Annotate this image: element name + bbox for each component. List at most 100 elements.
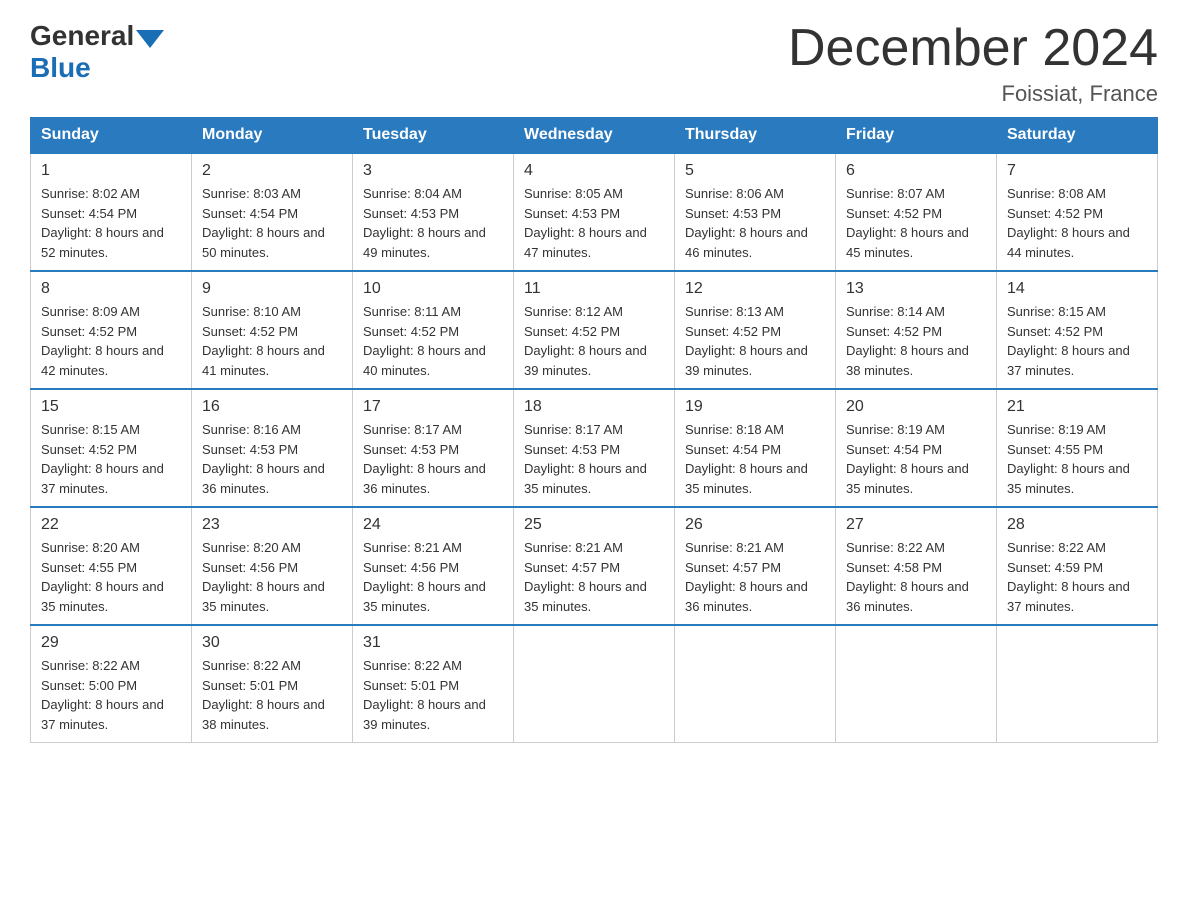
table-row bbox=[836, 625, 997, 743]
sunset-label: Sunset: 4:54 PM bbox=[685, 442, 781, 457]
day-info: Sunrise: 8:22 AM Sunset: 5:01 PM Dayligh… bbox=[202, 656, 342, 734]
day-info: Sunrise: 8:16 AM Sunset: 4:53 PM Dayligh… bbox=[202, 420, 342, 498]
col-wednesday: Wednesday bbox=[514, 118, 675, 154]
day-number: 24 bbox=[363, 516, 503, 534]
table-row: 19 Sunrise: 8:18 AM Sunset: 4:54 PM Dayl… bbox=[675, 389, 836, 507]
day-number: 16 bbox=[202, 398, 342, 416]
col-sunday: Sunday bbox=[31, 118, 192, 154]
calendar-week-row: 15 Sunrise: 8:15 AM Sunset: 4:52 PM Dayl… bbox=[31, 389, 1158, 507]
sunset-label: Sunset: 4:56 PM bbox=[202, 560, 298, 575]
daylight-label: Daylight: 8 hours and 49 minutes. bbox=[363, 225, 486, 260]
sunrise-label: Sunrise: 8:22 AM bbox=[1007, 540, 1106, 555]
calendar-week-row: 22 Sunrise: 8:20 AM Sunset: 4:55 PM Dayl… bbox=[31, 507, 1158, 625]
day-info: Sunrise: 8:15 AM Sunset: 4:52 PM Dayligh… bbox=[41, 420, 181, 498]
sunset-label: Sunset: 4:52 PM bbox=[685, 324, 781, 339]
day-info: Sunrise: 8:22 AM Sunset: 5:00 PM Dayligh… bbox=[41, 656, 181, 734]
sunset-label: Sunset: 5:00 PM bbox=[41, 678, 137, 693]
day-number: 15 bbox=[41, 398, 181, 416]
day-number: 13 bbox=[846, 280, 986, 298]
day-number: 12 bbox=[685, 280, 825, 298]
day-number: 5 bbox=[685, 162, 825, 180]
day-info: Sunrise: 8:03 AM Sunset: 4:54 PM Dayligh… bbox=[202, 184, 342, 262]
table-row: 24 Sunrise: 8:21 AM Sunset: 4:56 PM Dayl… bbox=[353, 507, 514, 625]
sunset-label: Sunset: 4:54 PM bbox=[202, 206, 298, 221]
day-number: 2 bbox=[202, 162, 342, 180]
col-tuesday: Tuesday bbox=[353, 118, 514, 154]
sunrise-label: Sunrise: 8:13 AM bbox=[685, 304, 784, 319]
sunrise-label: Sunrise: 8:03 AM bbox=[202, 186, 301, 201]
sunrise-label: Sunrise: 8:11 AM bbox=[363, 304, 461, 319]
sunrise-label: Sunrise: 8:12 AM bbox=[524, 304, 623, 319]
sunrise-label: Sunrise: 8:15 AM bbox=[41, 422, 140, 437]
day-number: 26 bbox=[685, 516, 825, 534]
page-header: General Blue December 2024 Foissiat, Fra… bbox=[30, 20, 1158, 107]
sunrise-label: Sunrise: 8:22 AM bbox=[202, 658, 301, 673]
table-row: 30 Sunrise: 8:22 AM Sunset: 5:01 PM Dayl… bbox=[192, 625, 353, 743]
sunrise-label: Sunrise: 8:18 AM bbox=[685, 422, 784, 437]
sunset-label: Sunset: 4:53 PM bbox=[202, 442, 298, 457]
day-number: 27 bbox=[846, 516, 986, 534]
daylight-label: Daylight: 8 hours and 35 minutes. bbox=[1007, 461, 1130, 496]
table-row: 25 Sunrise: 8:21 AM Sunset: 4:57 PM Dayl… bbox=[514, 507, 675, 625]
day-number: 10 bbox=[363, 280, 503, 298]
day-info: Sunrise: 8:21 AM Sunset: 4:57 PM Dayligh… bbox=[524, 538, 664, 616]
table-row: 7 Sunrise: 8:08 AM Sunset: 4:52 PM Dayli… bbox=[997, 153, 1158, 271]
daylight-label: Daylight: 8 hours and 35 minutes. bbox=[363, 579, 486, 614]
daylight-label: Daylight: 8 hours and 52 minutes. bbox=[41, 225, 164, 260]
location-text: Foissiat, France bbox=[788, 81, 1158, 107]
sunrise-label: Sunrise: 8:05 AM bbox=[524, 186, 623, 201]
sunrise-label: Sunrise: 8:22 AM bbox=[846, 540, 945, 555]
table-row: 12 Sunrise: 8:13 AM Sunset: 4:52 PM Dayl… bbox=[675, 271, 836, 389]
day-number: 3 bbox=[363, 162, 503, 180]
day-info: Sunrise: 8:19 AM Sunset: 4:54 PM Dayligh… bbox=[846, 420, 986, 498]
daylight-label: Daylight: 8 hours and 40 minutes. bbox=[363, 343, 486, 378]
sunrise-label: Sunrise: 8:21 AM bbox=[685, 540, 784, 555]
sunset-label: Sunset: 4:54 PM bbox=[846, 442, 942, 457]
table-row: 16 Sunrise: 8:16 AM Sunset: 4:53 PM Dayl… bbox=[192, 389, 353, 507]
table-row: 29 Sunrise: 8:22 AM Sunset: 5:00 PM Dayl… bbox=[31, 625, 192, 743]
daylight-label: Daylight: 8 hours and 36 minutes. bbox=[685, 579, 808, 614]
logo-blue-text: Blue bbox=[30, 52, 91, 84]
sunset-label: Sunset: 4:52 PM bbox=[363, 324, 459, 339]
sunset-label: Sunset: 4:54 PM bbox=[41, 206, 137, 221]
sunset-label: Sunset: 4:52 PM bbox=[41, 442, 137, 457]
table-row: 2 Sunrise: 8:03 AM Sunset: 4:54 PM Dayli… bbox=[192, 153, 353, 271]
day-number: 1 bbox=[41, 162, 181, 180]
table-row: 20 Sunrise: 8:19 AM Sunset: 4:54 PM Dayl… bbox=[836, 389, 997, 507]
sunset-label: Sunset: 5:01 PM bbox=[363, 678, 459, 693]
day-info: Sunrise: 8:04 AM Sunset: 4:53 PM Dayligh… bbox=[363, 184, 503, 262]
table-row: 28 Sunrise: 8:22 AM Sunset: 4:59 PM Dayl… bbox=[997, 507, 1158, 625]
table-row bbox=[514, 625, 675, 743]
daylight-label: Daylight: 8 hours and 38 minutes. bbox=[202, 697, 325, 732]
sunrise-label: Sunrise: 8:19 AM bbox=[1007, 422, 1106, 437]
sunrise-label: Sunrise: 8:06 AM bbox=[685, 186, 784, 201]
table-row: 9 Sunrise: 8:10 AM Sunset: 4:52 PM Dayli… bbox=[192, 271, 353, 389]
daylight-label: Daylight: 8 hours and 47 minutes. bbox=[524, 225, 647, 260]
sunrise-label: Sunrise: 8:20 AM bbox=[41, 540, 140, 555]
table-row: 1 Sunrise: 8:02 AM Sunset: 4:54 PM Dayli… bbox=[31, 153, 192, 271]
sunset-label: Sunset: 4:56 PM bbox=[363, 560, 459, 575]
col-monday: Monday bbox=[192, 118, 353, 154]
table-row: 5 Sunrise: 8:06 AM Sunset: 4:53 PM Dayli… bbox=[675, 153, 836, 271]
table-row: 22 Sunrise: 8:20 AM Sunset: 4:55 PM Dayl… bbox=[31, 507, 192, 625]
daylight-label: Daylight: 8 hours and 37 minutes. bbox=[41, 461, 164, 496]
table-row: 26 Sunrise: 8:21 AM Sunset: 4:57 PM Dayl… bbox=[675, 507, 836, 625]
daylight-label: Daylight: 8 hours and 46 minutes. bbox=[685, 225, 808, 260]
sunset-label: Sunset: 4:52 PM bbox=[846, 324, 942, 339]
day-info: Sunrise: 8:06 AM Sunset: 4:53 PM Dayligh… bbox=[685, 184, 825, 262]
calendar-week-row: 29 Sunrise: 8:22 AM Sunset: 5:00 PM Dayl… bbox=[31, 625, 1158, 743]
day-number: 18 bbox=[524, 398, 664, 416]
daylight-label: Daylight: 8 hours and 50 minutes. bbox=[202, 225, 325, 260]
daylight-label: Daylight: 8 hours and 35 minutes. bbox=[524, 461, 647, 496]
sunrise-label: Sunrise: 8:02 AM bbox=[41, 186, 140, 201]
table-row: 27 Sunrise: 8:22 AM Sunset: 4:58 PM Dayl… bbox=[836, 507, 997, 625]
sunset-label: Sunset: 4:53 PM bbox=[524, 206, 620, 221]
day-number: 17 bbox=[363, 398, 503, 416]
sunset-label: Sunset: 4:57 PM bbox=[524, 560, 620, 575]
daylight-label: Daylight: 8 hours and 45 minutes. bbox=[846, 225, 969, 260]
table-row: 31 Sunrise: 8:22 AM Sunset: 5:01 PM Dayl… bbox=[353, 625, 514, 743]
day-info: Sunrise: 8:07 AM Sunset: 4:52 PM Dayligh… bbox=[846, 184, 986, 262]
daylight-label: Daylight: 8 hours and 36 minutes. bbox=[846, 579, 969, 614]
table-row: 18 Sunrise: 8:17 AM Sunset: 4:53 PM Dayl… bbox=[514, 389, 675, 507]
daylight-label: Daylight: 8 hours and 37 minutes. bbox=[1007, 343, 1130, 378]
